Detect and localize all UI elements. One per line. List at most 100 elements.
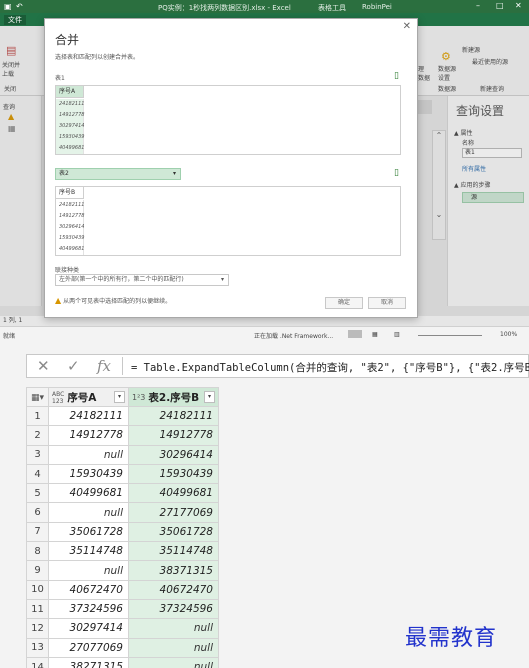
cell-a[interactable]: 35114748: [48, 541, 129, 562]
title-bar: ▣ ↶ PQ实例：1秒找两列数据区别.xlsx - Excel 表格工具 Rob…: [0, 0, 529, 13]
cancel-button[interactable]: 取消: [368, 297, 406, 309]
cell-a[interactable]: null: [48, 444, 129, 465]
chevron-down-icon: ▾: [220, 276, 224, 283]
close-window-icon[interactable]: ✕: [515, 1, 522, 10]
cell-a[interactable]: 35061728: [48, 521, 129, 543]
table2-cell: 40499681: [56, 244, 84, 255]
restore-icon[interactable]: □: [496, 1, 504, 10]
table-row[interactable]: 1 24182111 24182111: [26, 405, 219, 427]
cell-a[interactable]: 37324596: [48, 598, 129, 620]
table-row[interactable]: 12 30297414 null: [26, 618, 219, 639]
table-menu-button[interactable]: ▦▾: [26, 387, 49, 407]
cell-a[interactable]: 40672470: [48, 579, 129, 600]
page-break-icon[interactable]: ▥: [394, 331, 400, 338]
formula-bar: ✕ ✓ fx = Table.ExpandTableColumn(合并的查询, …: [26, 354, 529, 378]
table2-cell: 14912778: [56, 211, 84, 222]
cell-b[interactable]: 40672470: [128, 579, 219, 600]
cell-b[interactable]: 37324596: [128, 598, 219, 620]
table1-column-cells: 24182111 14912778 30297414 15930439 4049…: [56, 99, 84, 154]
cell-a[interactable]: 14912778: [48, 425, 129, 446]
file-icon: ▯: [394, 71, 399, 81]
cell-b[interactable]: null: [128, 637, 219, 658]
cell-a[interactable]: null: [48, 502, 129, 523]
table1-column-header[interactable]: 序号A: [56, 86, 84, 98]
cell-b[interactable]: 35061728: [128, 521, 219, 543]
formula-input[interactable]: = Table.ExpandTableColumn(合并的查询, "表2", {…: [131, 360, 529, 375]
cell-a[interactable]: 38271315: [48, 656, 129, 668]
cell-a[interactable]: 30297414: [48, 618, 129, 639]
table1-preview: 序号A 24182111 14912778 30297414 15930439 …: [55, 85, 401, 155]
cell-a[interactable]: 15930439: [48, 463, 129, 485]
row-number: 10: [26, 579, 49, 600]
table-row[interactable]: 14 38271315 null: [26, 656, 219, 668]
table-row[interactable]: 8 35114748 35114748: [26, 541, 219, 562]
filter-dropdown-icon[interactable]: ▾: [204, 391, 215, 403]
column-header-a[interactable]: ABC 123 序号A ▾: [48, 387, 129, 407]
filter-dropdown-icon[interactable]: ▾: [114, 391, 125, 403]
save-icon[interactable]: ▣: [4, 2, 12, 11]
row-number: 12: [26, 618, 49, 639]
table1-cell: 24182111: [56, 99, 84, 110]
column-header-b[interactable]: 1²3 表2.序号B ▾: [128, 387, 219, 407]
normal-view-icon[interactable]: [348, 330, 362, 338]
table-row[interactable]: 13 27077069 null: [26, 637, 219, 658]
table-row[interactable]: 10 40672470 40672470: [26, 579, 219, 600]
close-icon[interactable]: ✕: [403, 21, 411, 32]
file-icon: ▯: [394, 168, 399, 178]
chevron-down-icon: ▾: [172, 170, 176, 177]
join-kind-value: 左外部(第一个中的所有行，第二个中的匹配行): [59, 276, 184, 283]
row-info: 1 列, 1: [3, 317, 23, 324]
warning-message: ▲ 从两个可见表中选择匹配的列以便继续。: [55, 296, 171, 305]
table-row[interactable]: 7 35061728 35061728: [26, 521, 219, 543]
cancel-icon[interactable]: ✕: [37, 357, 50, 375]
table-row[interactable]: 9 null 38371315: [26, 560, 219, 581]
ok-button[interactable]: 确定: [325, 297, 363, 309]
cell-b[interactable]: 14912778: [128, 425, 219, 446]
table2-cell: 15930439: [56, 233, 84, 244]
formula-divider: [122, 357, 123, 375]
window-title: PQ实例：1秒找两列数据区别.xlsx - Excel: [158, 4, 291, 12]
cell-b[interactable]: 38371315: [128, 560, 219, 581]
table-row[interactable]: 4 15930439 15930439: [26, 463, 219, 485]
minimize-icon[interactable]: –: [476, 1, 480, 10]
cell-b[interactable]: null: [128, 618, 219, 639]
cell-a[interactable]: 40499681: [48, 483, 129, 504]
table2-preview: 序号B 24182111 14912778 30296414 15930439 …: [55, 186, 401, 256]
table-icon[interactable]: ▦▾: [31, 393, 44, 403]
cell-a[interactable]: null: [48, 560, 129, 581]
number-type-icon[interactable]: 1²3: [132, 394, 145, 402]
status-ready: 就绪: [3, 333, 16, 340]
accept-icon[interactable]: ✓: [67, 357, 80, 375]
table2-column-header[interactable]: 序号B: [56, 187, 84, 199]
table1-cell: 14912778: [56, 110, 84, 121]
table-row[interactable]: 5 40499681 40499681: [26, 483, 219, 504]
cell-b[interactable]: 24182111: [128, 405, 219, 427]
cell-a[interactable]: 24182111: [48, 405, 129, 427]
column-name-a: 序号A: [67, 391, 97, 404]
cell-b[interactable]: null: [128, 656, 219, 668]
warning-icon: ▲: [55, 296, 62, 305]
row-number: 14: [26, 656, 49, 668]
page-layout-icon[interactable]: ▦: [372, 331, 378, 338]
join-kind-select[interactable]: 左外部(第一个中的所有行，第二个中的匹配行) ▾: [55, 274, 229, 286]
table-row[interactable]: 3 null 30296414: [26, 444, 219, 465]
table2-dropdown[interactable]: 表2 ▾: [55, 168, 181, 180]
row-number: 3: [26, 444, 49, 465]
table-row[interactable]: 2 14912778 14912778: [26, 425, 219, 446]
cell-b[interactable]: 15930439: [128, 463, 219, 485]
undo-icon[interactable]: ↶: [16, 2, 23, 11]
context-tab-label: 表格工具: [318, 4, 346, 12]
cell-b[interactable]: 30296414: [128, 444, 219, 465]
cell-b[interactable]: 35114748: [128, 541, 219, 562]
cell-b[interactable]: 40499681: [128, 483, 219, 504]
table-row[interactable]: 6 null 27177069: [26, 502, 219, 523]
cell-a[interactable]: 27077069: [48, 637, 129, 658]
table2-selected-value: 表2: [59, 170, 69, 177]
tab-file[interactable]: 文件: [4, 15, 26, 25]
dialog-title: 合并: [55, 33, 80, 47]
cell-b[interactable]: 27177069: [128, 502, 219, 523]
table-row[interactable]: 11 37324596 37324596: [26, 598, 219, 620]
zoom-slider[interactable]: [418, 335, 482, 336]
fx-icon[interactable]: fx: [97, 357, 111, 375]
any-type-icon[interactable]: ABC 123: [52, 391, 64, 405]
